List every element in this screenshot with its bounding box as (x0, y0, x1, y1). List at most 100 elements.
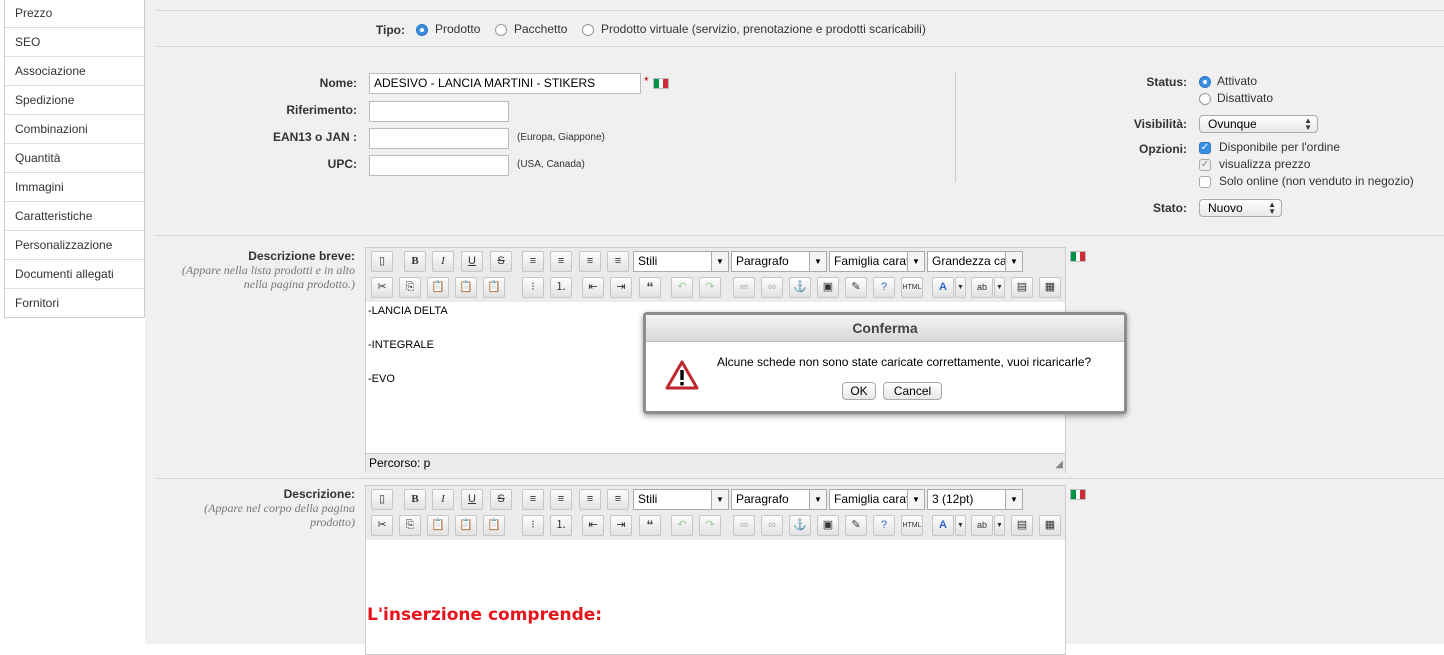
blockquote-icon[interactable]: “ (639, 515, 661, 536)
paste-text-icon[interactable]: 📋 (455, 515, 477, 536)
numbered-list-icon[interactable]: ⒈ (550, 277, 572, 298)
content-line[interactable]: -INTEGRALE (368, 339, 434, 351)
copy-icon[interactable]: ⎘ (399, 515, 421, 536)
html-icon[interactable]: HTML (901, 515, 923, 536)
align-right-icon[interactable]: ≡ (579, 489, 601, 510)
bullet-list-icon[interactable]: ⁝ (522, 515, 544, 536)
html-icon[interactable]: HTML (901, 277, 923, 298)
image-icon[interactable]: ▣ (817, 277, 839, 298)
status-option-attivato[interactable]: Attivato (1217, 74, 1257, 88)
tipo-option-prodotto[interactable]: Prodotto (435, 22, 480, 36)
dropdown-arrow-icon[interactable]: ▼ (994, 277, 1005, 298)
solo-online-label[interactable]: Solo online (non venduto in negozio) (1219, 174, 1414, 188)
grandezza-select[interactable]: 3 (12pt) ▼ (927, 489, 1023, 510)
link-icon[interactable]: ∞ (733, 277, 755, 298)
align-center-icon[interactable]: ≡ (550, 251, 572, 272)
redo-icon[interactable]: ↷ (699, 277, 721, 298)
underline-icon[interactable]: U (461, 489, 483, 510)
bold-icon[interactable]: B (404, 251, 426, 272)
text-color-icon[interactable]: A (932, 277, 954, 298)
visualizza-prezzo-label[interactable]: visualizza prezzo (1219, 157, 1310, 171)
nome-input[interactable]: ADESIVO - LANCIA MARTINI - STIKERS (369, 73, 641, 94)
dropdown-arrow-icon[interactable]: ▼ (994, 515, 1005, 536)
famiglia-select[interactable]: Famiglia caratt ▼ (829, 251, 925, 272)
numbered-list-icon[interactable]: ⒈ (550, 515, 572, 536)
stato-select[interactable]: Nuovo ▲ ▼ (1199, 199, 1282, 217)
paste-text-icon[interactable]: 📋 (455, 277, 477, 298)
sidebar-item-fornitori[interactable]: Fornitori (5, 290, 144, 318)
background-color-icon[interactable]: ab (971, 515, 993, 536)
sidebar-item-associazione[interactable]: Associazione (5, 58, 144, 86)
tipo-radio-pacchetto[interactable] (495, 24, 507, 36)
strikethrough-icon[interactable]: S (490, 489, 512, 510)
grandezza-select[interactable]: Grandezza cara ▼ (927, 251, 1023, 272)
align-left-icon[interactable]: ≡ (522, 251, 544, 272)
unlink-icon[interactable]: ∞ (761, 277, 783, 298)
sidebar-item-spedizione[interactable]: Spedizione (5, 87, 144, 115)
strikethrough-icon[interactable]: S (490, 251, 512, 272)
template-icon[interactable]: ▦ (1039, 277, 1061, 298)
tipo-option-virtuale[interactable]: Prodotto virtuale (servizio, prenotazion… (601, 22, 926, 36)
anchor-icon[interactable]: ⚓ (789, 515, 811, 536)
sidebar-item-prezzo[interactable]: Prezzo (5, 0, 144, 28)
status-radio-disattivato[interactable] (1199, 93, 1211, 105)
cancel-button[interactable]: Cancel (883, 382, 942, 400)
undo-icon[interactable]: ↶ (671, 277, 693, 298)
italian-flag-icon[interactable] (1070, 251, 1086, 262)
unlink-icon[interactable]: ∞ (761, 515, 783, 536)
paste-icon[interactable]: 📋 (427, 277, 449, 298)
new-document-icon[interactable]: ▯ (371, 489, 393, 510)
align-justify-icon[interactable]: ≡ (607, 251, 629, 272)
align-center-icon[interactable]: ≡ (550, 489, 572, 510)
dropdown-arrow-icon[interactable]: ▼ (955, 515, 966, 536)
stili-select[interactable]: Stili ▼ (633, 489, 729, 510)
indent-icon[interactable]: ⇥ (610, 277, 632, 298)
sidebar-item-combinazioni[interactable]: Combinazioni (5, 116, 144, 144)
media-icon[interactable]: ▤ (1011, 277, 1033, 298)
formato-select[interactable]: Paragrafo ▼ (731, 251, 827, 272)
new-document-icon[interactable]: ▯ (371, 251, 393, 272)
cleanup-icon[interactable]: ✎ (845, 515, 867, 536)
underline-icon[interactable]: U (461, 251, 483, 272)
sidebar-item-caratteristiche[interactable]: Caratteristiche (5, 203, 144, 231)
italic-icon[interactable]: I (432, 251, 454, 272)
disponibile-checkbox[interactable]: ✓ (1199, 142, 1211, 154)
background-color-icon[interactable]: ab (971, 277, 993, 298)
description-heading[interactable]: L'inserzione comprende: (367, 605, 602, 625)
align-right-icon[interactable]: ≡ (579, 251, 601, 272)
resize-handle-icon[interactable]: ◢ (1055, 459, 1063, 470)
tipo-radio-virtuale[interactable] (582, 24, 594, 36)
disponibile-label[interactable]: Disponibile per l'ordine (1219, 140, 1340, 154)
visualizza-prezzo-checkbox[interactable]: ✓ (1199, 159, 1211, 171)
paste-word-icon[interactable]: 📋 (483, 277, 505, 298)
bullet-list-icon[interactable]: ⁝ (522, 277, 544, 298)
paste-word-icon[interactable]: 📋 (483, 515, 505, 536)
paste-icon[interactable]: 📋 (427, 515, 449, 536)
italic-icon[interactable]: I (432, 489, 454, 510)
text-color-icon[interactable]: A (932, 515, 954, 536)
sidebar-item-seo[interactable]: SEO (5, 29, 144, 57)
blockquote-icon[interactable]: “ (639, 277, 661, 298)
stili-select[interactable]: Stili ▼ (633, 251, 729, 272)
cut-icon[interactable]: ✂ (371, 277, 393, 298)
help-icon[interactable]: ? (873, 515, 895, 536)
status-option-disattivato[interactable]: Disattivato (1217, 91, 1273, 105)
media-icon[interactable]: ▤ (1011, 515, 1033, 536)
ean-input[interactable] (369, 128, 509, 149)
anchor-icon[interactable]: ⚓ (789, 277, 811, 298)
cut-icon[interactable]: ✂ (371, 515, 393, 536)
status-radio-attivato[interactable] (1199, 76, 1211, 88)
content-line[interactable]: -EVO (368, 373, 395, 385)
cleanup-icon[interactable]: ✎ (845, 277, 867, 298)
indent-icon[interactable]: ⇥ (610, 515, 632, 536)
help-icon[interactable]: ? (873, 277, 895, 298)
ok-button[interactable]: OK (842, 382, 876, 400)
image-icon[interactable]: ▣ (817, 515, 839, 536)
visibilita-select[interactable]: Ovunque ▲ ▼ (1199, 115, 1318, 133)
famiglia-select[interactable]: Famiglia caratt ▼ (829, 489, 925, 510)
outdent-icon[interactable]: ⇤ (582, 277, 604, 298)
italian-flag-icon[interactable] (653, 78, 669, 89)
align-justify-icon[interactable]: ≡ (607, 489, 629, 510)
tipo-radio-prodotto[interactable] (416, 24, 428, 36)
content-line[interactable]: -LANCIA DELTA (368, 305, 448, 317)
